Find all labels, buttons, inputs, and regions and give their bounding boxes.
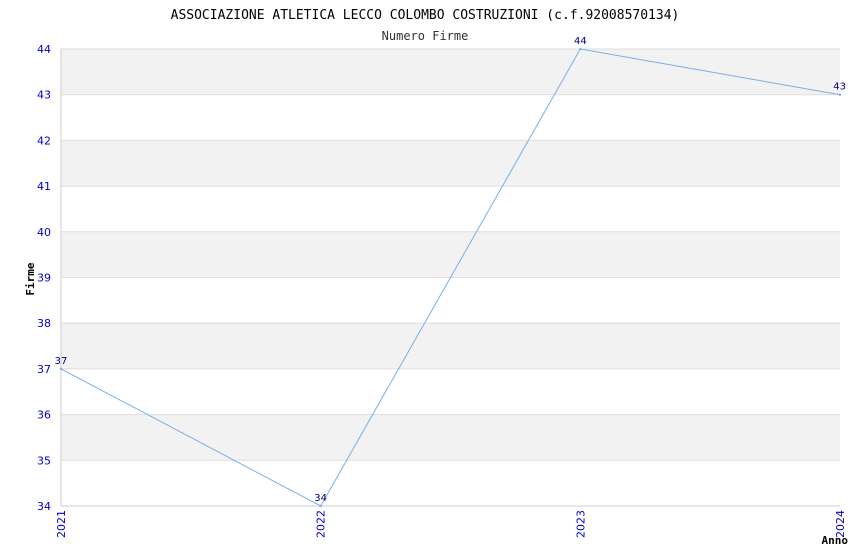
background-band bbox=[61, 140, 840, 187]
data-label: 44 bbox=[574, 36, 587, 47]
line-chart: 3435363738394041424344 2021 2022 2023 2024 … bbox=[24, 8, 849, 547]
data-point bbox=[838, 93, 842, 96]
background-band bbox=[61, 49, 840, 95]
background-band bbox=[61, 414, 840, 461]
background-band bbox=[61, 231, 840, 278]
y-tick-label: 37 bbox=[37, 363, 51, 376]
background-band bbox=[61, 94, 840, 141]
y-tick-label: 44 bbox=[37, 43, 51, 56]
x-tick-labels: 2021 2022 2023 2024 bbox=[55, 510, 847, 538]
background-band bbox=[61, 277, 840, 324]
x-tick-label: 2022 bbox=[315, 510, 328, 538]
background-band bbox=[61, 368, 840, 415]
data-label: 34 bbox=[314, 493, 327, 504]
data-label: 37 bbox=[55, 356, 68, 367]
y-tick-labels: 34 35 36 37 38 39 40 41 42 43 44 bbox=[37, 43, 51, 513]
background-band bbox=[61, 186, 840, 232]
y-tick-label: 42 bbox=[37, 134, 51, 147]
chart-title: ASSOCIAZIONE ATLETICA LECCO COLOMBO COST… bbox=[171, 8, 680, 23]
y-tick-label: 38 bbox=[37, 317, 51, 330]
y-tick-label: 40 bbox=[37, 226, 51, 239]
y-tick-label: 36 bbox=[37, 409, 51, 422]
chart-subtitle: Numero Firme bbox=[382, 29, 469, 43]
x-tick-label: 2021 bbox=[55, 510, 68, 538]
x-axis-title: Anno bbox=[822, 534, 849, 547]
data-point bbox=[579, 47, 582, 51]
background-band bbox=[61, 323, 840, 369]
y-tick-label: 34 bbox=[37, 500, 51, 513]
data-point bbox=[59, 367, 63, 371]
y-tick-label: 35 bbox=[37, 454, 51, 467]
y-tick-label: 43 bbox=[37, 89, 51, 102]
data-point bbox=[319, 504, 322, 508]
y-axis-title: Firme bbox=[24, 262, 37, 295]
y-tick-label: 39 bbox=[37, 272, 51, 285]
background-band bbox=[61, 460, 840, 506]
y-tick-label: 41 bbox=[37, 180, 51, 193]
x-tick-label: 2023 bbox=[574, 510, 587, 538]
data-label: 43 bbox=[833, 82, 846, 93]
